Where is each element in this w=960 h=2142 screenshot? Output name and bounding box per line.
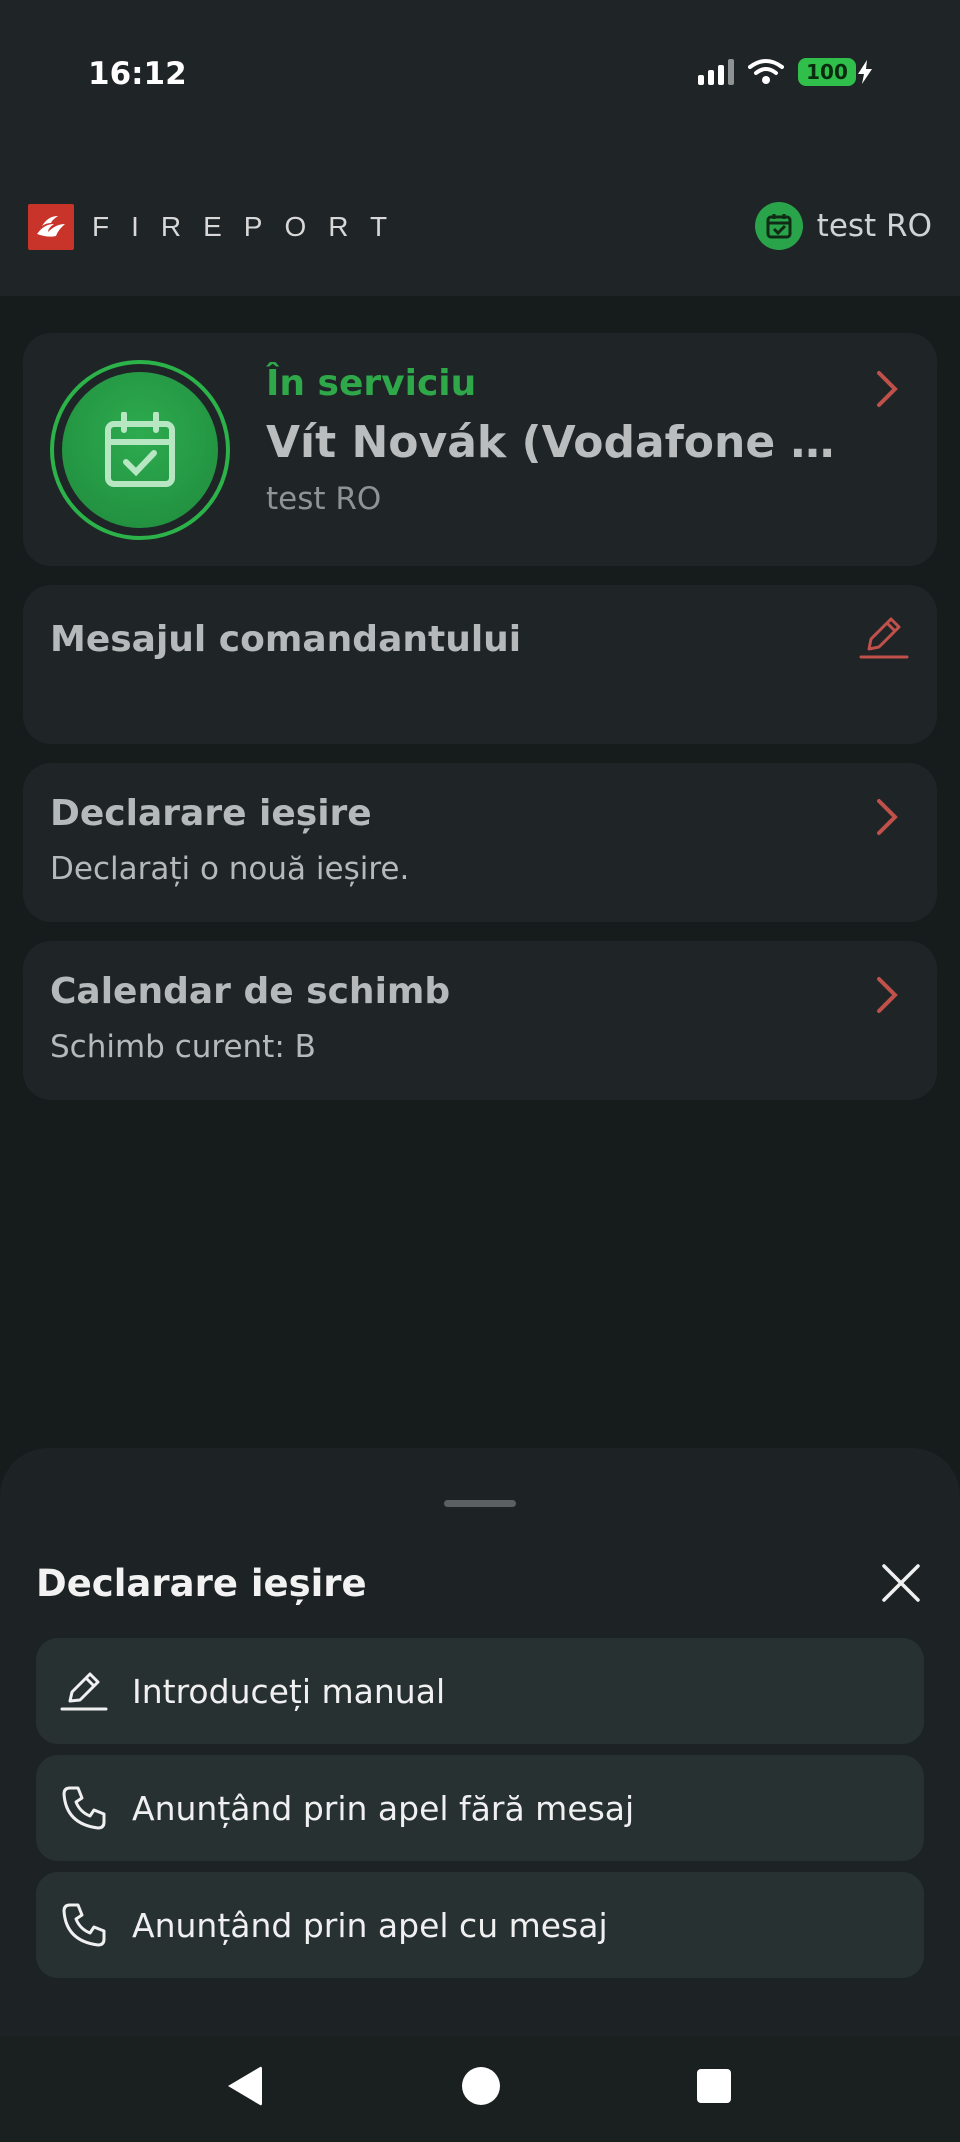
chevron-right-icon <box>877 799 898 835</box>
calendar-check-icon <box>105 412 175 487</box>
sheet-drag-handle[interactable] <box>444 1500 516 1507</box>
charging-icon <box>858 60 872 84</box>
pencil-icon <box>60 1672 108 1711</box>
shift-calendar-title: Calendar de schimb <box>50 971 451 1012</box>
service-status-badge <box>50 360 230 540</box>
phone-icon <box>62 1786 106 1830</box>
system-navigation-bar <box>0 2036 960 2142</box>
battery-icon: 100 <box>798 58 856 86</box>
commander-message-card: Mesajul comandantului <box>23 585 937 744</box>
chevron-right-icon <box>877 371 898 407</box>
app-header: 16:12 100 FIREPORT test RO <box>0 0 960 296</box>
commander-message-title: Mesajul comandantului <box>50 619 522 660</box>
declare-exit-bottom-sheet: Declarare ieșire Introduceți manual Anun… <box>0 1448 960 2036</box>
calendar-check-icon <box>754 202 803 250</box>
service-status-card[interactable]: În serviciu Vít Novák (Vodafone C... tes… <box>23 333 937 566</box>
wifi-icon <box>748 59 784 84</box>
declare-exit-title: Declarare ieșire <box>50 793 372 834</box>
service-unit-name: test RO <box>266 481 382 517</box>
fire-logo-icon <box>28 204 74 250</box>
option-label: Anunțând prin apel cu mesaj <box>132 1905 608 1945</box>
option-label: Anunțând prin apel fără mesaj <box>132 1788 635 1828</box>
close-icon[interactable] <box>880 1562 922 1604</box>
shift-calendar-card[interactable]: Calendar de schimb Schimb curent: B <box>23 941 937 1100</box>
home-icon[interactable] <box>462 2067 500 2105</box>
option-call-with-message[interactable]: Anunțând prin apel cu mesaj <box>36 1872 924 1978</box>
user-name: test RO <box>816 208 932 244</box>
user-profile[interactable]: test RO <box>754 202 932 250</box>
option-enter-manually[interactable]: Introduceți manual <box>36 1638 924 1744</box>
service-status-label: În serviciu <box>266 363 477 404</box>
option-call-without-message[interactable]: Anunțând prin apel fără mesaj <box>36 1755 924 1861</box>
edit-pencil-icon[interactable] <box>859 613 909 661</box>
declare-exit-subtitle: Declarați o nouă ieșire. <box>50 851 410 887</box>
sheet-title: Declarare ieșire <box>36 1562 367 1605</box>
back-icon[interactable] <box>226 2065 264 2107</box>
option-label: Introduceți manual <box>132 1671 446 1711</box>
service-person-name: Vít Novák (Vodafone C... <box>266 417 846 468</box>
current-shift-label: Schimb curent: B <box>50 1029 316 1065</box>
logo-wordmark: FIREPORT <box>92 211 410 242</box>
phone-icon <box>62 1903 106 1947</box>
status-time: 16:12 <box>88 56 187 92</box>
cellular-signal-icon <box>698 59 734 85</box>
declare-exit-card[interactable]: Declarare ieșire Declarați o nouă ieșire… <box>23 763 937 922</box>
status-icons: 100 <box>698 58 872 86</box>
chevron-right-icon <box>877 977 898 1013</box>
recent-apps-icon[interactable] <box>697 2069 731 2103</box>
app-logo: FIREPORT <box>28 204 409 250</box>
